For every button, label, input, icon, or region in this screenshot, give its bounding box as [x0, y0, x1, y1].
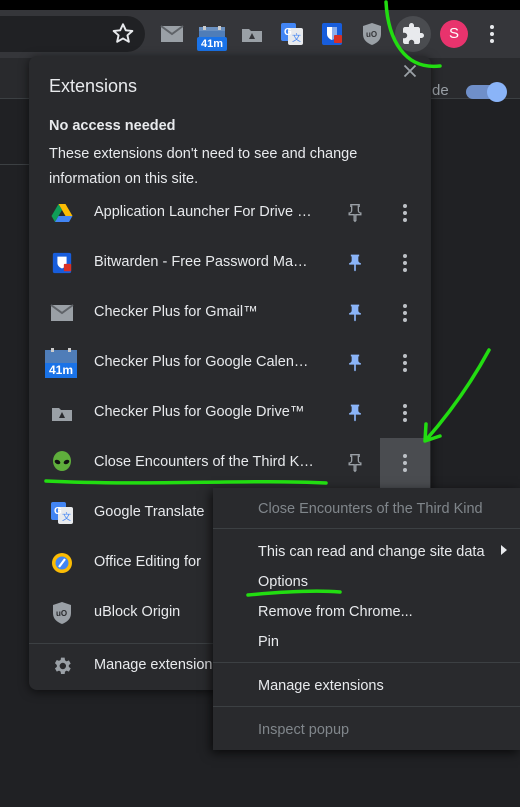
ublock-icon[interactable]: uO [358, 20, 386, 48]
extension-name: Office Editing for Docs, Sheets & Slides [94, 554, 206, 570]
puzzle-icon [403, 23, 424, 44]
bookmark-star-icon[interactable] [110, 21, 136, 47]
context-menu-header: Close Encounters of the Third Kind [258, 501, 483, 517]
window-top-strip [0, 0, 520, 10]
svg-text:G: G [284, 27, 292, 38]
svg-text:uO: uO [56, 609, 67, 618]
extension-name: Checker Plus for Google Drive™ [94, 404, 305, 420]
pin-icon[interactable] [345, 353, 365, 373]
more-vert-icon[interactable] [393, 451, 417, 475]
calendar-checker-icon: 41m [45, 348, 77, 378]
svg-text:G: G [54, 506, 62, 517]
ublock-icon: uO [49, 600, 75, 626]
pin-icon[interactable] [345, 303, 365, 323]
context-divider [213, 662, 520, 663]
google-translate-icon[interactable]: G文 [278, 20, 306, 48]
context-divider [213, 706, 520, 707]
pin-icon[interactable] [345, 403, 365, 423]
drive-checker-icon[interactable] [238, 20, 266, 48]
section-heading: No access needed [49, 118, 176, 134]
svg-text:文: 文 [292, 32, 301, 43]
extension-name: Checker Plus for Gmail™ [94, 304, 258, 320]
more-vert-icon[interactable] [393, 251, 417, 275]
more-vert-icon[interactable] [393, 351, 417, 375]
more-vert-icon[interactable] [393, 301, 417, 325]
bitwarden-icon[interactable] [318, 20, 346, 48]
extension-name: Checker Plus for Google Calendar™ [94, 354, 314, 370]
context-divider [213, 528, 520, 529]
submenu-arrow-icon [501, 545, 507, 555]
more-vert-icon[interactable] [393, 201, 417, 225]
calendar-badge: 41m [197, 37, 227, 51]
pin-icon[interactable] [345, 203, 365, 223]
profile-avatar[interactable]: S [440, 20, 468, 48]
google-drive-icon [49, 200, 75, 226]
close-icon[interactable] [399, 60, 421, 82]
svg-text:uO: uO [366, 30, 377, 39]
extension-row[interactable]: Close Encounters of the Third Kind [29, 438, 431, 488]
annotation-arrow [424, 348, 491, 442]
pin-icon[interactable] [345, 453, 365, 473]
pin-item[interactable]: Pin [258, 634, 279, 650]
manage-item[interactable]: Manage extensions [258, 678, 384, 694]
office-editing-icon [49, 550, 75, 576]
remove-item[interactable]: Remove from Chrome... [258, 604, 413, 620]
extension-row[interactable]: Checker Plus for Google Drive™ [29, 388, 431, 438]
extension-row[interactable]: Application Launcher For Drive (by Googl… [29, 188, 431, 238]
gmail-checker-icon[interactable] [158, 20, 186, 48]
extension-row[interactable]: 41m Checker Plus for Google Calendar™ [29, 338, 431, 388]
extension-name: Close Encounters of the Third Kind [94, 454, 314, 470]
gear-icon [54, 657, 71, 675]
drive-checker-icon [49, 400, 75, 426]
mode-toggle-knob[interactable] [487, 82, 507, 102]
extension-name: Application Launcher For Drive (by Googl… [94, 204, 314, 220]
chrome-menu-icon[interactable] [480, 22, 504, 46]
context-menu: Close Encounters of the Third Kind This … [213, 488, 520, 750]
google-translate-icon: G文 [49, 500, 75, 526]
alien-icon [49, 450, 75, 476]
inspect-popup-item: Inspect popup [258, 722, 350, 738]
pin-icon[interactable] [345, 253, 365, 273]
site-access-item[interactable]: This can read and change site data [258, 544, 485, 560]
popup-title: Extensions [49, 76, 138, 96]
more-vert-icon[interactable] [393, 401, 417, 425]
gmail-checker-icon [49, 300, 75, 326]
svg-text:文: 文 [62, 511, 71, 522]
extension-row[interactable]: Bitwarden - Free Password Manager [29, 238, 431, 288]
extension-name: Bitwarden - Free Password Manager [94, 254, 314, 270]
section-description: These extensions don't need to see and c… [49, 146, 358, 187]
calendar-badge: 41m [45, 363, 77, 378]
extension-row[interactable]: Checker Plus for Gmail™ [29, 288, 431, 338]
bitwarden-icon [49, 250, 75, 276]
options-item[interactable]: Options [258, 574, 308, 590]
page-text-fragment: de [432, 82, 449, 99]
